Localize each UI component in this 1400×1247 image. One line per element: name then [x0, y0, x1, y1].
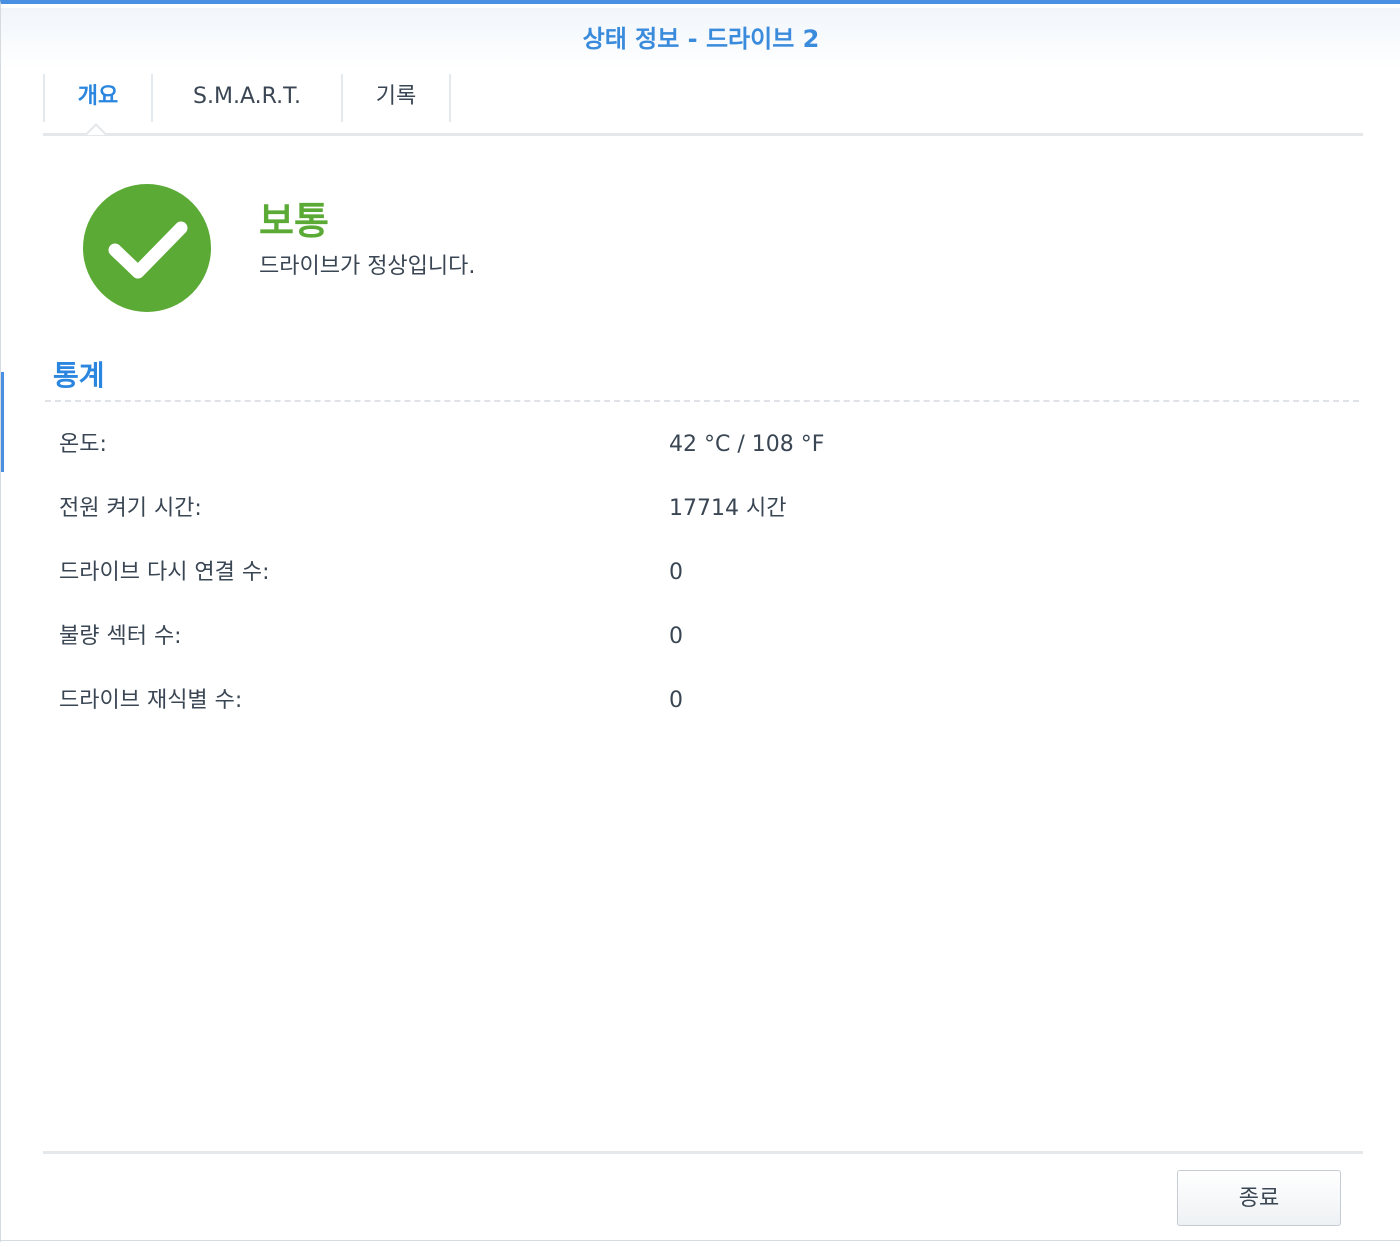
stat-value: 0: [669, 688, 683, 713]
stat-row-bad-sectors: 불량 섹터 수: 0: [59, 617, 1309, 657]
background-window-accent: [1, 372, 4, 472]
close-button[interactable]: 종료: [1177, 1170, 1341, 1226]
stat-label: 온도:: [59, 432, 107, 457]
statistics-section-title: 통계: [53, 359, 105, 392]
footer-divider: [43, 1151, 1363, 1154]
status-dialog: 상태 정보 - 드라이브 2 개요 S.M.A.R.T. 기록 보통 드라이브가…: [0, 0, 1400, 1247]
tab-smart[interactable]: S.M.A.R.T.: [153, 74, 343, 122]
tab-overview[interactable]: 개요: [43, 74, 153, 122]
stat-value: 0: [669, 560, 683, 585]
status-description: 드라이브가 정상입니다.: [259, 254, 476, 279]
active-tab-indicator: [85, 123, 107, 135]
status-title: 보통: [259, 199, 329, 243]
stat-value: 17714 시간: [669, 496, 787, 521]
stat-label: 드라이브 다시 연결 수:: [59, 560, 270, 585]
stat-row-temperature: 온도: 42 °C / 108 °F: [59, 425, 1309, 465]
stat-label: 전원 켜기 시간:: [59, 496, 202, 521]
tab-divider: [43, 133, 1363, 136]
stat-row-reconnect-count: 드라이브 다시 연결 수: 0: [59, 553, 1309, 593]
check-circle-icon: [83, 184, 211, 312]
background-window-edge: [1, 1240, 1400, 1247]
tab-history[interactable]: 기록: [343, 74, 451, 122]
stat-label: 드라이브 재식별 수:: [59, 688, 243, 713]
stat-value: 42 °C / 108 °F: [669, 432, 825, 457]
stat-value: 0: [669, 624, 683, 649]
stat-row-reidentification: 드라이브 재식별 수: 0: [59, 681, 1309, 721]
section-divider: [45, 400, 1359, 402]
dialog-title: 상태 정보 - 드라이브 2: [1, 8, 1400, 70]
stat-row-power-on-hours: 전원 켜기 시간: 17714 시간: [59, 489, 1309, 529]
stat-label: 불량 섹터 수:: [59, 624, 182, 649]
